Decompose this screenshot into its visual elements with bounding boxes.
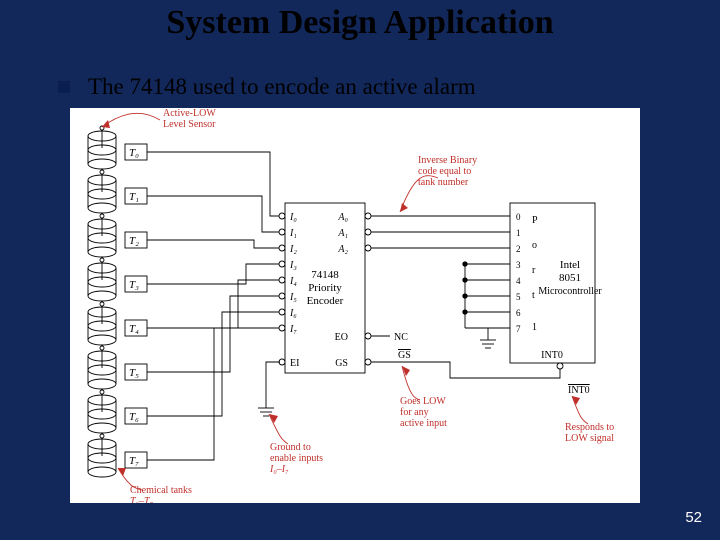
caption-sensor-2: Level Sensor (163, 119, 216, 130)
tank-label-2: T₂ (129, 235, 139, 247)
tank-label-7: T₇ (129, 455, 139, 467)
gs-wire-label: GS (398, 350, 411, 361)
mcu-port-P: P (532, 215, 538, 226)
caption-responds-1: Responds to (565, 422, 614, 433)
enc-out-a2: A₂ (337, 244, 348, 255)
mcu-pin-5: 5 (516, 292, 521, 302)
tank-label-3: T₃ (129, 279, 139, 291)
mcu-pin-6: 6 (516, 308, 521, 318)
tank-label-1: T₁ (129, 191, 139, 203)
bullet-text: The 74148 used to encode an active alarm (88, 74, 476, 100)
caption-ground-3: I₀–I₇ (269, 464, 289, 475)
mcu-pin-2: 2 (516, 244, 521, 254)
bullet-square-icon (58, 81, 70, 93)
enc-name-2: Priority (308, 282, 342, 294)
enc-out-a1: A₁ (337, 228, 348, 239)
mcu-port-1: 1 (532, 322, 537, 333)
mcu-port-o: o (532, 240, 537, 251)
caption-tanks-2: T₀–T₇ (130, 496, 154, 503)
caption-ground-1: Ground to (270, 442, 311, 453)
nc-label: NC (394, 332, 408, 343)
mcu-pin-1: 1 (516, 228, 521, 238)
caption-gslow-1: Goes LOW (400, 396, 446, 407)
enc-in-7: I₇ (289, 324, 297, 335)
caption-gslow-3: active input (400, 418, 447, 429)
enc-in-0: I₀ (289, 212, 297, 223)
enc-eo: EO (335, 332, 348, 343)
mcu-name-1: Intel (560, 259, 580, 271)
mcu-int0: INT0 (541, 350, 563, 361)
caption-inverse-1: Inverse Binary (418, 155, 477, 166)
tank-label-5: T₅ (129, 367, 139, 379)
tank-label-6: T₆ (129, 411, 139, 423)
caption-inverse-3: tank number (418, 177, 469, 188)
tank-label-0: T₀ (129, 147, 139, 159)
caption-inverse-2: code equal to (418, 166, 471, 177)
mcu-pin-0: 0 (516, 212, 521, 222)
slide-title: System Design Application (0, 4, 720, 42)
page-number: 52 (685, 509, 702, 526)
enc-in-3: I₃ (289, 260, 297, 271)
enc-out-a0: A₀ (337, 212, 348, 223)
bullet-item: The 74148 used to encode an active alarm (58, 74, 476, 100)
caption-gslow-2: for any (400, 407, 429, 418)
enc-name-3: Encoder (307, 295, 344, 307)
mcu-pin-3: 3 (516, 260, 521, 270)
enc-in-1: I₁ (289, 228, 297, 239)
enc-gs: GS (335, 358, 348, 369)
enc-name-1: 74148 (311, 269, 339, 281)
tank-label-4: T₄ (129, 323, 139, 335)
mcu-name-2: 8051 (559, 272, 581, 284)
enc-in-5: I₅ (289, 292, 297, 303)
enc-ei: EI (290, 358, 299, 369)
mcu-pin-4: 4 (516, 276, 521, 286)
mcu-port-t: t (532, 290, 535, 301)
enc-in-2: I₂ (289, 244, 297, 255)
mcu-port-r: r (532, 265, 536, 276)
enc-in-6: I₆ (289, 308, 297, 319)
mcu-pin-7: 7 (516, 324, 521, 334)
int0-wire-label: INT0 (568, 385, 590, 396)
caption-sensor-1: Active-LOW (163, 108, 216, 119)
circuit-diagram: T₀ T₁ T₂ T₃ T₄ T₅ T₆ T₇ Active-LOW Level… (70, 108, 640, 503)
caption-ground-2: enable inputs (270, 453, 323, 464)
enc-in-4: I₄ (289, 276, 297, 287)
mcu-name-3: Microcontroller (538, 286, 602, 297)
caption-tanks-1: Chemical tanks (130, 485, 192, 496)
caption-responds-2: LOW signal (565, 433, 614, 444)
